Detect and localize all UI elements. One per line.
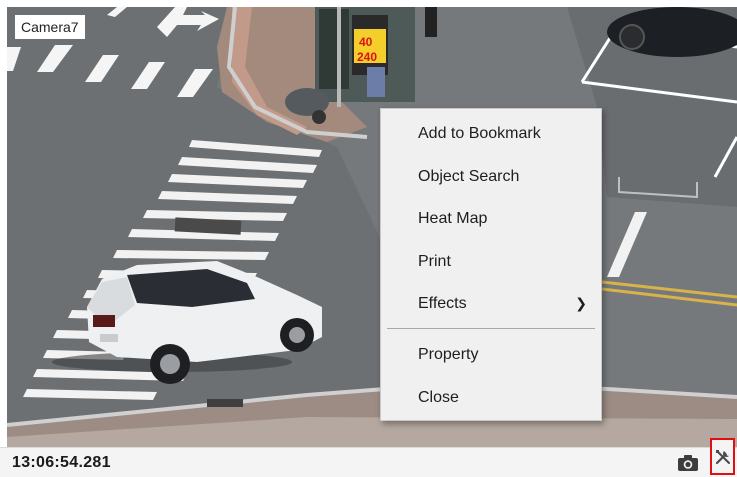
street-scene: 40 240	[7, 7, 737, 447]
menu-separator	[387, 328, 595, 329]
menu-item-close[interactable]: Close	[381, 378, 601, 418]
sign-speed-text: 40	[359, 35, 373, 49]
menu-item-heat-map[interactable]: Heat Map	[381, 199, 601, 239]
menu-item-object-search[interactable]: Object Search	[381, 157, 601, 197]
menu-item-label: Close	[418, 389, 459, 406]
menu-item-label: Object Search	[418, 168, 520, 185]
timestamp: 13:06:54.281	[12, 454, 111, 471]
menu-item-label: Print	[418, 253, 451, 270]
status-bar: 13:06:54.281	[0, 447, 737, 477]
camera-viewer: 40 240 Camera7 13:06:54.281 Add to Bookm…	[0, 0, 737, 477]
context-menu: Add to Bookmark Object Search Heat Map P…	[380, 108, 602, 421]
snapshot-button[interactable]	[676, 453, 700, 473]
menu-item-label: Effects	[418, 295, 467, 312]
menu-item-property[interactable]: Property	[381, 335, 601, 375]
menu-item-print[interactable]: Print	[381, 242, 601, 282]
menu-item-label: Add to Bookmark	[418, 125, 541, 142]
chevron-right-icon: ❯	[575, 296, 587, 312]
camera-name-label: Camera7	[15, 15, 85, 39]
menu-item-add-to-bookmark[interactable]: Add to Bookmark	[381, 114, 601, 154]
sign-price-text: 240	[357, 50, 377, 64]
tools-button[interactable]	[710, 438, 735, 475]
camera-icon	[678, 455, 698, 471]
tools-icon	[715, 450, 730, 465]
camera-video-feed[interactable]: 40 240 Camera7	[7, 7, 737, 447]
menu-item-effects[interactable]: Effects ❯	[381, 284, 601, 324]
menu-item-label: Property	[418, 346, 479, 363]
menu-item-label: Heat Map	[418, 210, 488, 227]
